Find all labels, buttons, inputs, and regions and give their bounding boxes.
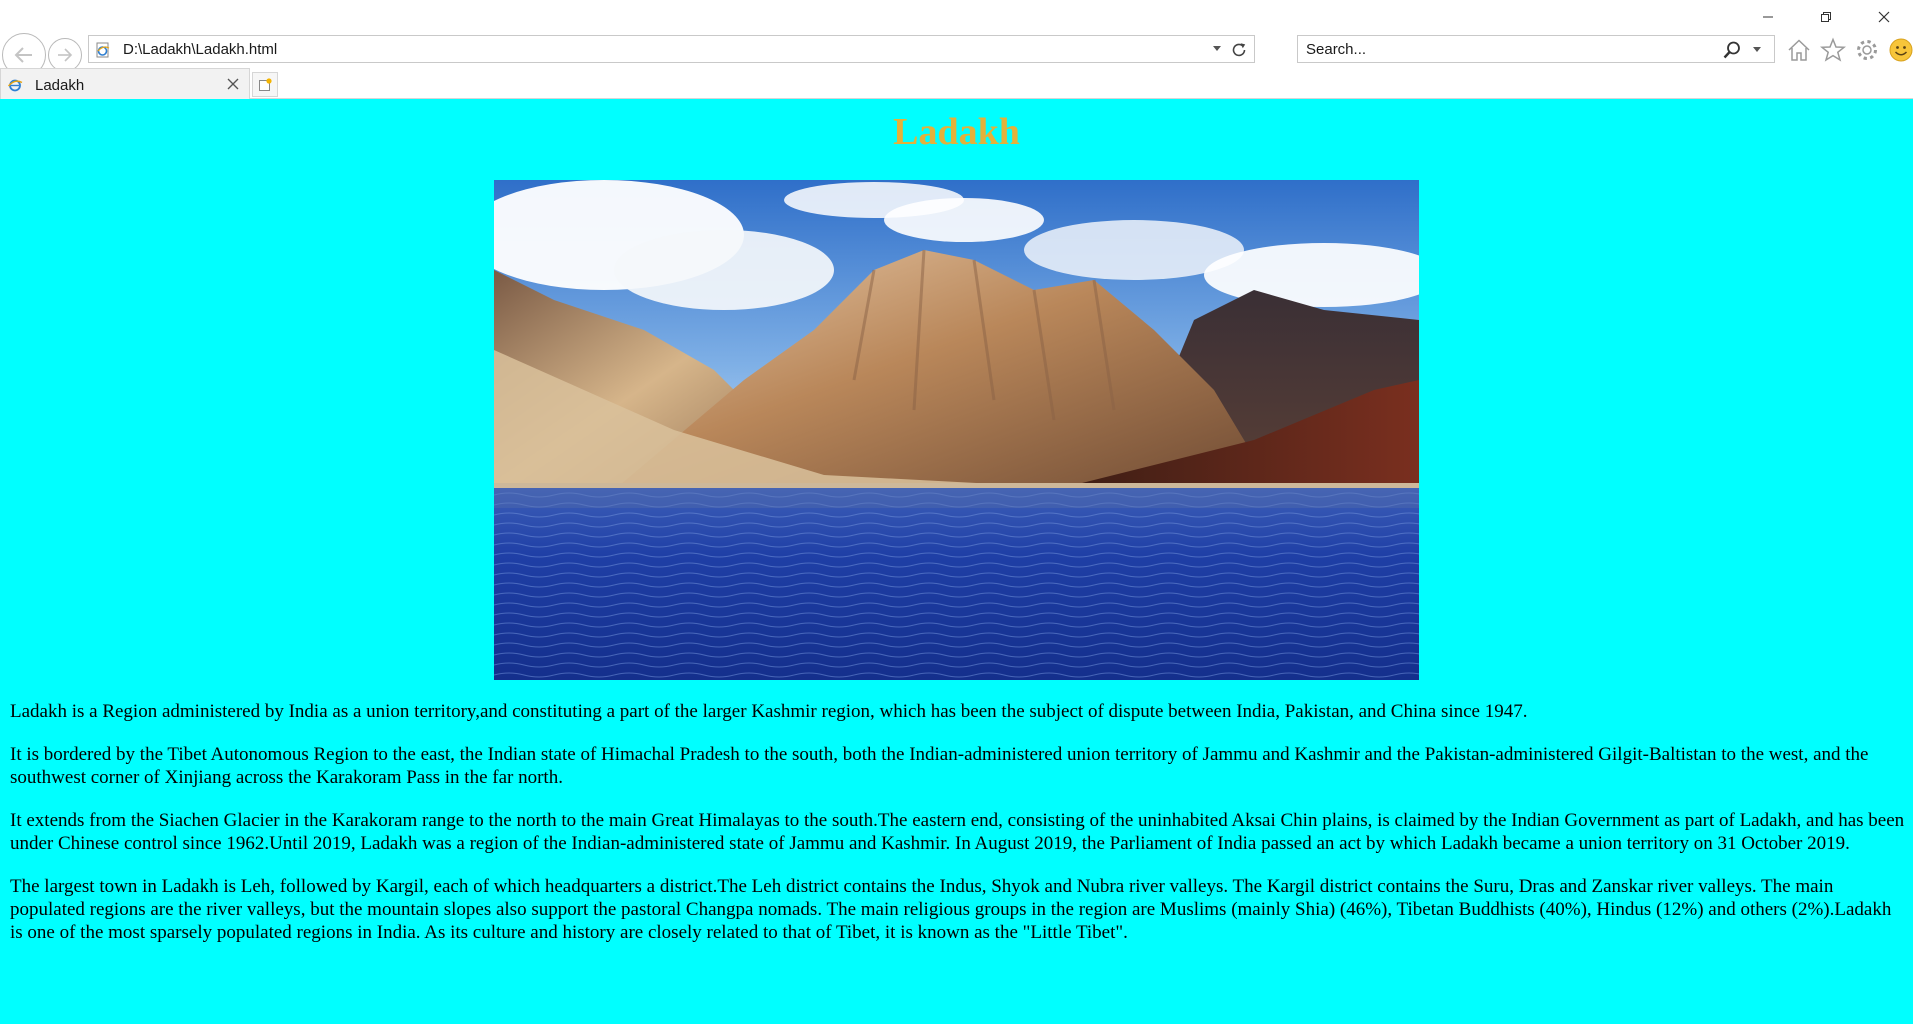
chevron-down-icon[interactable]: [1752, 46, 1762, 54]
browser-chrome: D:\Ladakh\Ladakh.html Search... Ladakh: [0, 0, 1913, 99]
close-icon: [1878, 11, 1890, 23]
hero-image-wrapper: [0, 180, 1913, 685]
minimize-icon: [1763, 16, 1773, 18]
refresh-icon: [1232, 43, 1246, 57]
address-text[interactable]: D:\Ladakh\Ladakh.html: [123, 41, 277, 58]
favorites-button[interactable]: [1819, 36, 1847, 64]
ie-page-icon: [96, 42, 110, 58]
settings-button[interactable]: [1853, 36, 1881, 64]
smiley-icon: [1889, 38, 1913, 62]
tab-ladakh[interactable]: Ladakh: [0, 68, 250, 99]
paragraph: The largest town in Ladakh is Leh, follo…: [10, 876, 1892, 943]
tab-title: Ladakh: [35, 77, 85, 94]
page-title: Ladakh: [893, 111, 1020, 153]
home-button[interactable]: [1785, 36, 1813, 64]
tab-strip: Ladakh: [0, 68, 1913, 99]
window-controls: [1739, 0, 1913, 34]
tab-close-button[interactable]: [225, 76, 241, 92]
ladakh-landscape-image: [494, 180, 1419, 680]
forward-arrow-icon: [58, 48, 73, 62]
article-body: Ladakh is a Region administered by India…: [10, 700, 1905, 964]
minimize-button[interactable]: [1739, 0, 1797, 34]
close-window-button[interactable]: [1855, 0, 1913, 34]
home-icon: [1788, 39, 1810, 61]
navigation-bar: D:\Ladakh\Ladakh.html: [0, 32, 1913, 77]
paragraph: Ladakh is a Region administered by India…: [10, 701, 1528, 722]
back-arrow-icon: [14, 47, 32, 63]
new-tab-button[interactable]: [252, 72, 278, 97]
search-icon[interactable]: [1722, 40, 1742, 60]
chevron-down-icon[interactable]: [1212, 45, 1222, 53]
search-input[interactable]: [1306, 39, 1706, 59]
address-bar[interactable]: D:\Ladakh\Ladakh.html: [88, 35, 1255, 63]
forward-button[interactable]: [48, 38, 82, 72]
paragraph: It extends from the Siachen Glacier in t…: [10, 810, 1905, 854]
refresh-button[interactable]: [1228, 39, 1250, 61]
feedback-button[interactable]: [1887, 36, 1913, 64]
mountain-lake-photo: [494, 180, 1419, 680]
gear-icon: [1857, 40, 1877, 60]
restore-icon: [1821, 12, 1831, 22]
page-viewport: Ladakh Ladakh is a Region administered b…: [0, 99, 1913, 1024]
paragraph: It is bordered by the Tibet Autonomous R…: [10, 744, 1869, 788]
restore-button[interactable]: [1797, 0, 1855, 34]
star-icon: [1820, 37, 1846, 62]
close-icon: [227, 78, 239, 90]
toolbar-icons: [1785, 35, 1913, 65]
new-tab-icon: [259, 77, 272, 91]
ie-page-icon: [7, 79, 23, 92]
search-box[interactable]: [1297, 35, 1775, 63]
